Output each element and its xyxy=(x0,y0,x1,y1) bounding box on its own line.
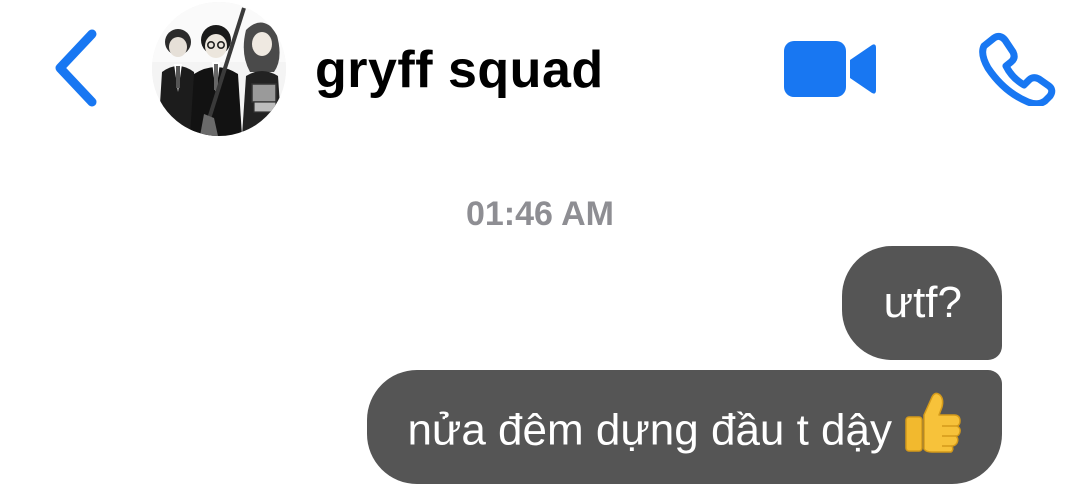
phone-call-button[interactable] xyxy=(978,32,1056,108)
thumbs-up-icon xyxy=(902,391,962,467)
chat-title[interactable]: gryff squad xyxy=(315,36,604,104)
message-text: nửa đêm dựng đầu t dậy xyxy=(407,405,892,455)
message-bubble[interactable]: ưtf? xyxy=(841,246,1002,360)
chevron-left-icon xyxy=(55,29,97,107)
messenger-chat-screen: gryff squad 01:46 AM ưtf? nửa đêm dựng đ… xyxy=(0,0,1080,488)
video-camera-icon xyxy=(784,41,876,97)
avatar[interactable] xyxy=(152,2,286,136)
phone-icon xyxy=(979,32,1056,108)
back-button[interactable] xyxy=(46,28,106,108)
video-call-button[interactable] xyxy=(780,36,880,102)
message-text: ưtf? xyxy=(883,278,962,327)
message-bubble[interactable]: nửa đêm dựng đầu t dậy xyxy=(367,370,1002,484)
group-avatar xyxy=(152,2,286,136)
message-timestamp: 01:46 AM xyxy=(465,195,615,233)
